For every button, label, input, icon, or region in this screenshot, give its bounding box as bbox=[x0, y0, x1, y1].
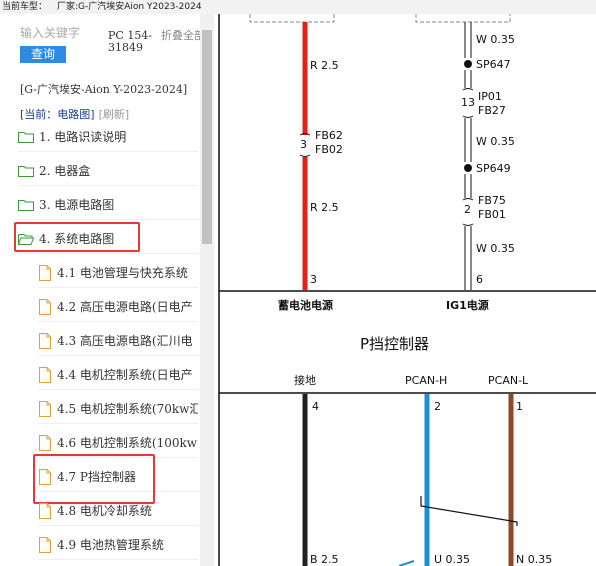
document-icon bbox=[38, 400, 52, 417]
connector-symbol bbox=[462, 88, 474, 91]
tree-item-electrical-box[interactable]: 2. 电器盒 bbox=[18, 156, 198, 186]
pin-number-label: 4 bbox=[312, 400, 319, 413]
tree-item-label: 4.9 电池热管理系统 bbox=[57, 538, 164, 552]
wire-spec-label: U 0.35 bbox=[434, 553, 470, 566]
upper-component-box-left bbox=[249, 14, 335, 23]
query-button[interactable]: 查询 bbox=[20, 46, 66, 63]
tree-item-hv-power-inovance[interactable]: 4.3 高压电源电路(汇川电 bbox=[38, 326, 198, 356]
connector-name-label: FB02 bbox=[315, 143, 343, 156]
tree-item-motor-cooling[interactable]: 4.8 电机冷却系统 bbox=[38, 496, 198, 526]
folder-icon bbox=[18, 165, 34, 177]
twisted-pair-symbol bbox=[420, 496, 518, 526]
tree-item-label: 4.3 高压电源电路(汇川电 bbox=[57, 334, 193, 348]
document-icon bbox=[38, 502, 52, 519]
tree-item-motor-control-70kw[interactable]: 4.5 电机控制系统(70kw汇 bbox=[38, 394, 198, 424]
collapse-all-link[interactable]: 折叠全部 bbox=[161, 30, 205, 42]
connector-name-label: FB27 bbox=[478, 104, 506, 117]
source-label-battery: 蓄电池电源 bbox=[278, 298, 333, 312]
folder-icon bbox=[18, 199, 34, 211]
wire-spec-label: R 2.5 bbox=[310, 201, 339, 214]
tree-item-label: 1. 电路识读说明 bbox=[39, 130, 127, 144]
splice-label: SP647 bbox=[476, 58, 511, 71]
sidebar: 查询 PC 154-31849 折叠全部 [G-广汽埃安-Aion Y-2023… bbox=[0, 14, 214, 566]
pin-name-pcan-l: PCAN-L bbox=[488, 374, 529, 387]
scrollbar-thumb[interactable] bbox=[202, 30, 212, 244]
folder-open-icon bbox=[18, 233, 34, 245]
tree-item-label: 4.6 电机控制系统(100kw bbox=[57, 436, 198, 450]
tree-item-label: 4.2 高压电源电路(日电产 bbox=[57, 300, 193, 314]
pc-code: PC 154-31849 bbox=[108, 29, 153, 54]
tree-item-motor-control-100kw[interactable]: 4.6 电机控制系统(100kw bbox=[38, 428, 198, 458]
tree-item-p-gear-controller[interactable]: 4.7 P挡控制器 bbox=[38, 462, 198, 492]
wiring-diagram: R 2.5 3 FB62 FB02 R 2.5 3 W 0.35 SP647 1… bbox=[214, 14, 596, 566]
refresh-link[interactable]: [刷新] bbox=[99, 108, 130, 121]
splice-point bbox=[464, 164, 472, 172]
search-input[interactable] bbox=[20, 24, 100, 42]
tree-item-system-circuit[interactable]: 4. 系统电路图 bbox=[18, 224, 198, 254]
pin-number-label: 6 bbox=[476, 273, 483, 286]
current-label[interactable]: [当前：电路图] bbox=[20, 108, 95, 121]
connector-name-label: FB62 bbox=[315, 129, 343, 142]
connector-symbol bbox=[462, 198, 474, 201]
tree-item-hv-power-nidec[interactable]: 4.2 高压电源电路(日电产 bbox=[38, 292, 198, 322]
blue-wire-branch bbox=[398, 560, 415, 566]
document-icon bbox=[38, 366, 52, 383]
maker-label: 厂家:G-广汽埃安Aion Y2023-2024 bbox=[57, 2, 202, 12]
wire-spec-label: W 0.35 bbox=[476, 242, 515, 255]
current-car-label: 当前车型： bbox=[2, 2, 48, 12]
wire-spec-label: N 0.35 bbox=[516, 553, 552, 566]
tree-item-label: 3. 电源电路图 bbox=[39, 198, 115, 212]
connector-symbol bbox=[462, 115, 474, 118]
tree-item-label: 4.1 电池管理与快充系统 bbox=[57, 266, 188, 280]
connector-name-label: IP01 bbox=[478, 90, 502, 103]
top-info-bar: 当前车型： 厂家:G-广汽埃安Aion Y2023-2024 bbox=[0, 0, 596, 14]
connector-symbol bbox=[462, 223, 474, 226]
search-area: 查询 PC 154-31849 折叠全部 bbox=[20, 24, 205, 68]
tree-item-motor-control-nidec[interactable]: 4.4 电机控制系统(日电产 bbox=[38, 360, 198, 390]
document-icon bbox=[38, 298, 52, 315]
document-icon bbox=[38, 468, 52, 485]
module-title: P挡控制器 bbox=[360, 335, 429, 353]
source-label-ig1: IG1电源 bbox=[446, 298, 489, 312]
pin-number-label: 2 bbox=[434, 400, 441, 413]
connector-name-label: FB01 bbox=[478, 208, 506, 221]
folder-icon bbox=[18, 131, 34, 143]
splice-point bbox=[464, 60, 472, 68]
tree-item-label: 4.8 电机冷却系统 bbox=[57, 504, 152, 518]
sidebar-scrollbar[interactable] bbox=[200, 14, 214, 566]
tree-item-battery-thermal[interactable]: 4.9 电池热管理系统 bbox=[38, 530, 198, 560]
connector-pin-label: 13 bbox=[461, 96, 475, 109]
tree-item-label: 4.5 电机控制系统(70kw汇 bbox=[57, 402, 198, 416]
wire-spec-label: W 0.35 bbox=[476, 135, 515, 148]
pin-name-ground: 接地 bbox=[294, 374, 316, 387]
breadcrumb: [G-广汽埃安-Aion Y-2023-2024] bbox=[20, 83, 188, 96]
wire-spec-label: R 2.5 bbox=[310, 59, 339, 72]
wire-spec-label: W 0.35 bbox=[476, 33, 515, 46]
tree-item-label: 4.4 电机控制系统(日电产 bbox=[57, 368, 193, 382]
current-location: [当前：电路图] [刷新] bbox=[20, 108, 198, 122]
connector-symbol bbox=[299, 154, 311, 157]
document-icon bbox=[38, 332, 52, 349]
wire-spec-label: B 2.5 bbox=[310, 553, 339, 566]
document-icon bbox=[38, 536, 52, 553]
document-icon bbox=[38, 264, 52, 281]
tree-item-reading-guide[interactable]: 1. 电路识读说明 bbox=[18, 122, 198, 152]
connector-name-label: FB75 bbox=[478, 194, 506, 207]
connector-pin-label: 2 bbox=[464, 203, 471, 216]
tree-item-label: 4. 系统电路图 bbox=[39, 232, 115, 246]
pin-number-label: 1 bbox=[516, 400, 523, 413]
upper-component-box-right bbox=[415, 14, 511, 23]
tree-item-battery-management[interactable]: 4.1 电池管理与快充系统 bbox=[38, 258, 198, 288]
tree-item-power-circuit[interactable]: 3. 电源电路图 bbox=[18, 190, 198, 220]
pin-number-label: 3 bbox=[310, 273, 317, 286]
connector-pin-label: 3 bbox=[300, 138, 307, 151]
splice-label: SP649 bbox=[476, 162, 511, 175]
document-icon bbox=[38, 434, 52, 451]
pin-name-pcan-h: PCAN-H bbox=[405, 374, 447, 387]
tree-item-label: 2. 电器盒 bbox=[39, 164, 91, 178]
tree-item-label: 4.7 P挡控制器 bbox=[57, 470, 136, 484]
